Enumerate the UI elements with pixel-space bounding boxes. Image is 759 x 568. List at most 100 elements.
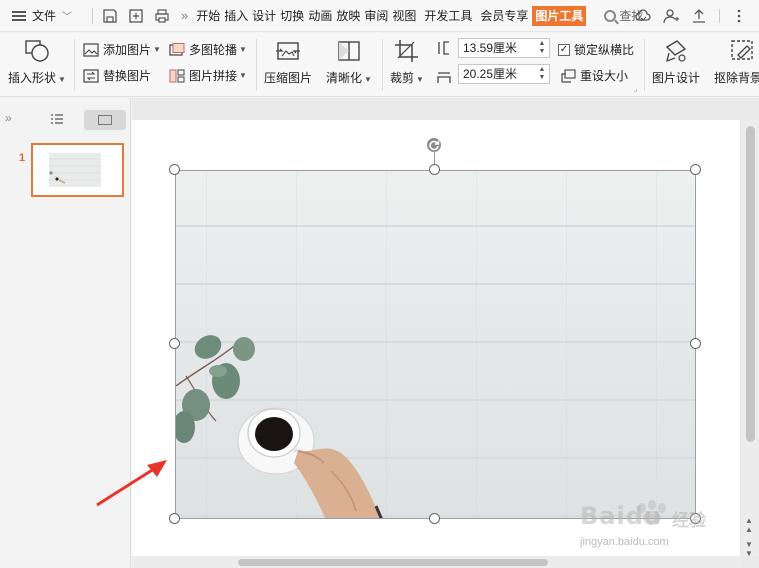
crop-button[interactable]: 裁剪 ▼: [390, 37, 424, 86]
watermark-sub: 经验: [672, 511, 706, 530]
tab-transition[interactable]: 切换: [278, 0, 306, 32]
reset-size-label: 重设大小: [580, 69, 629, 83]
tab-animation[interactable]: 动画: [306, 0, 334, 32]
window-icons: [629, 0, 753, 32]
height-input[interactable]: 13.59厘米 ▲ ▼: [458, 38, 550, 58]
chevron-down-icon: ﹀: [62, 12, 73, 23]
picture-design-button[interactable]: 图片设计: [652, 37, 700, 86]
menu-bar: 文件 ﹀ » 开始 插入 设计 切换 动画 放映 审阅 视图 开发工具 会员专享…: [0, 0, 759, 32]
width-value: 20.25厘米: [463, 67, 518, 81]
vertical-scrollbar[interactable]: ▲ ▲ ▼ ▼: [741, 120, 759, 558]
multi-carousel-button[interactable]: 多图轮播 ▼: [169, 41, 247, 58]
ribbon: 插入形状 ▼ 添加图片 ▼ 替换图片 多图轮播 ▼ 图片拼接 ▼ 压缩图片 清晰化 ▼: [0, 33, 759, 97]
compress-icon: [273, 37, 303, 65]
more-icon[interactable]: »: [181, 8, 188, 23]
prev-slide-icon[interactable]: ▲ ▲: [745, 516, 753, 534]
picture-add-icon: [83, 42, 99, 57]
thumbnail-view-icon[interactable]: [84, 110, 126, 130]
reset-size-icon: [560, 68, 576, 83]
height-value: 13.59厘米: [463, 41, 518, 55]
resize-handle-right[interactable]: [690, 338, 701, 349]
picture-design-icon: [661, 37, 691, 65]
vertical-scroll-thumb[interactable]: [746, 126, 755, 442]
outline-view-icon[interactable]: [50, 113, 64, 125]
export-icon[interactable]: [126, 6, 146, 26]
file-label: 文件: [32, 9, 57, 23]
red-arrow-annotation: [96, 460, 167, 507]
cloud-icon[interactable]: [634, 7, 652, 25]
watermark-url: jingyan.baidu.com: [580, 536, 669, 548]
quick-access-toolbar: [88, 6, 175, 26]
expand-panel-icon[interactable]: »: [5, 111, 12, 125]
ribbon-tabs: 开始 插入 设计 切换 动画 放映 审阅 视图 开发工具 会员专享 图片工具: [194, 0, 587, 32]
picture-design-label: 图片设计: [652, 71, 701, 85]
horizontal-scroll-thumb[interactable]: [238, 559, 548, 566]
resize-handle-top-right[interactable]: [690, 164, 701, 175]
add-picture-button[interactable]: 添加图片 ▼: [83, 41, 161, 58]
lock-ratio-label: 锁定纵横比: [574, 43, 635, 57]
coffee-photo: [176, 335, 383, 518]
tab-slideshow[interactable]: 放映: [334, 0, 362, 32]
width-stepper[interactable]: ▲ ▼: [537, 66, 547, 82]
shape-icon: [22, 37, 52, 65]
file-menu[interactable]: 文件 ﹀: [0, 0, 78, 32]
tab-review[interactable]: 审阅: [362, 0, 390, 32]
sharpen-button[interactable]: 清晰化 ▼: [326, 37, 372, 86]
check-icon: ✓: [558, 43, 570, 56]
picture-replace-icon: [83, 68, 99, 83]
sharpen-label: 清晰化: [326, 71, 363, 85]
upload-icon[interactable]: [690, 7, 708, 25]
remove-background-label: 抠除背景: [714, 71, 759, 85]
rotate-handle-icon[interactable]: [426, 137, 442, 153]
compress-picture-button[interactable]: 压缩图片: [264, 37, 312, 86]
width-input[interactable]: 20.25厘米 ▲ ▼: [458, 64, 550, 84]
crop-icon: [392, 37, 422, 65]
resize-handle-top-left[interactable]: [169, 164, 180, 175]
width-icon: [437, 72, 451, 83]
share-user-icon[interactable]: [662, 7, 680, 25]
lock-ratio-checkbox[interactable]: ✓ 锁定纵横比: [558, 41, 634, 58]
slide-thumbnail-picture: [49, 153, 101, 187]
picture-stitch-label: 图片拼接: [189, 69, 238, 83]
tab-insert[interactable]: 插入: [222, 0, 250, 32]
insert-shape-button[interactable]: 插入形状 ▼: [8, 37, 66, 86]
resize-handle-bottom-left[interactable]: [169, 513, 180, 524]
reset-size-button[interactable]: 重设大小: [560, 67, 628, 84]
selected-picture[interactable]: [175, 170, 696, 519]
tab-design[interactable]: 设计: [250, 0, 278, 32]
crop-label: 裁剪: [390, 71, 415, 85]
carousel-icon: [169, 42, 185, 57]
tab-view[interactable]: 视图: [390, 0, 418, 32]
hamburger-icon: [12, 10, 26, 21]
next-slide-icon[interactable]: ▼ ▼: [745, 540, 753, 558]
stitch-icon: [169, 69, 185, 83]
resize-handle-top[interactable]: [429, 164, 440, 175]
compress-picture-label: 压缩图片: [264, 71, 313, 85]
height-icon: [438, 41, 449, 55]
multi-carousel-label: 多图轮播: [189, 43, 238, 57]
insert-shape-label: 插入形状: [8, 71, 57, 85]
tab-start[interactable]: 开始: [194, 0, 222, 32]
remove-background-button[interactable]: 抠除背景: [714, 37, 759, 86]
watermark-brand: Baidu: [580, 502, 662, 530]
tab-member[interactable]: 会员专享: [478, 0, 530, 32]
resize-handle-left[interactable]: [169, 338, 180, 349]
search-icon: [604, 9, 617, 22]
tab-picture-tools[interactable]: 图片工具: [532, 5, 587, 26]
baidu-watermark: Baidu 经验 jingyan.baidu.com: [580, 500, 730, 560]
replace-picture-label: 替换图片: [103, 69, 152, 83]
add-picture-label: 添加图片: [103, 43, 152, 57]
dialog-launcher-icon[interactable]: ⌟: [634, 85, 637, 93]
print-icon[interactable]: [152, 6, 172, 26]
height-stepper[interactable]: ▲ ▼: [537, 40, 547, 56]
save-icon[interactable]: [100, 6, 120, 26]
sharpen-icon: [334, 37, 364, 65]
tab-developer[interactable]: 开发工具: [422, 0, 474, 32]
more-options-icon[interactable]: [730, 7, 748, 25]
replace-picture-button[interactable]: 替换图片: [83, 67, 151, 84]
resize-handle-bottom[interactable]: [429, 513, 440, 524]
picture-stitch-button[interactable]: 图片拼接 ▼: [169, 67, 247, 84]
remove-background-icon: [728, 37, 758, 65]
slide-number: 1: [19, 152, 26, 164]
slide-thumbnail[interactable]: [31, 143, 124, 197]
